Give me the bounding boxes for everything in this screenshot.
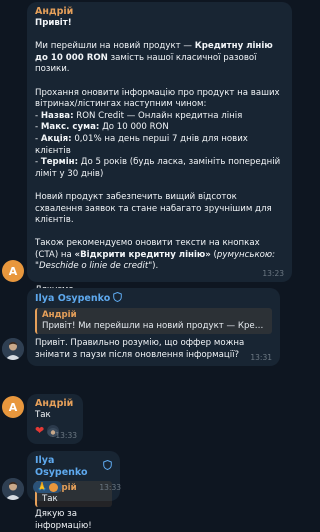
sender-name[interactable]: Андрій [35, 6, 284, 18]
sender-name[interactable]: Андрій [35, 398, 75, 410]
message-time: 13:23 [262, 269, 284, 278]
message-bubble: Андрій Так ❤ 13:33 [27, 394, 83, 444]
bullet-name: - Назва: RON Credit — Онлайн кредитна лі… [35, 110, 243, 121]
reply-text: Так [42, 494, 58, 504]
avatar[interactable]: A [2, 260, 24, 282]
paragraph-2: Прохання оновити інформацію про продукт … [35, 87, 280, 110]
avatar[interactable] [2, 478, 24, 500]
message-text: Дякую за інформацію! [35, 509, 92, 531]
reply-quote[interactable]: Андрій Привіт! Ми перейшли на новий прод… [35, 308, 272, 334]
avatar[interactable]: A [2, 396, 24, 418]
pray-reaction-icon: 🙏 [37, 482, 47, 491]
reactor-avatar [48, 482, 58, 492]
bullet-term: - Термін: До 5 років (будь ласка, заміні… [35, 157, 281, 179]
sender-name[interactable]: Ilya Osypenko [35, 455, 112, 479]
reply-text: Привіт! Ми перейшли на новий продукт — К… [42, 321, 267, 331]
message-text: Привіт! Ми перейшли на новий продукт — К… [35, 18, 284, 296]
message-time: 13:33 [55, 431, 77, 440]
message-bubble: Андрій Привіт! Ми перейшли на новий прод… [27, 2, 292, 312]
shield-badge-icon [113, 291, 123, 306]
message-time: 13:33 [99, 483, 121, 492]
message-bubble: Ilya Osypenko Андрій Привіт! Ми перейшли… [27, 288, 280, 366]
heart-reaction-icon[interactable]: ❤ [35, 425, 44, 436]
avatar[interactable] [2, 338, 24, 360]
sender-name[interactable]: Ilya Osypenko [35, 291, 272, 306]
greeting-text: Привіт! [35, 18, 72, 28]
message-time: 13:31 [250, 353, 272, 362]
bullet-max-sum: - Макс. сума: До 10 000 RON [35, 122, 169, 133]
message-text: Так [35, 410, 51, 420]
shield-badge-icon [103, 459, 112, 474]
paragraph-4: Також рекомендуємо оновити тексти на кно… [35, 238, 276, 272]
paragraph-1: Ми перейшли на новий продукт — Кредитну … [35, 41, 273, 75]
message-text: Привіт. Правильно розумію, що оффер можн… [35, 338, 245, 360]
message-ilya-2-footer: 🙏 13:33 [33, 480, 123, 494]
paragraph-3: Новий продукт забезпечить вищий відсоток… [35, 191, 272, 226]
reply-sender: Андрій [42, 310, 77, 320]
bullet-promo: - Акція: 0,01% на день перші 7 днів для … [35, 133, 248, 156]
reaction-pill[interactable]: 🙏 [33, 481, 62, 493]
